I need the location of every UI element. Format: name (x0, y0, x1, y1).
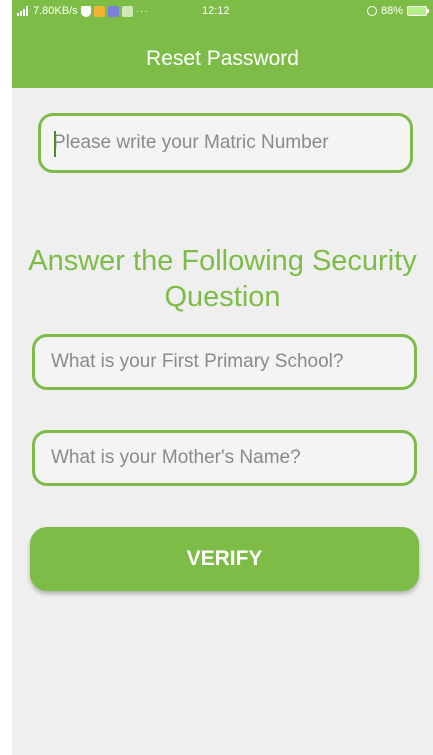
status-bar: 7.80KB/s ··· 12:12 88% (12, 0, 433, 24)
matric-number-input[interactable] (38, 113, 413, 173)
network-speed: 7.80KB/s (33, 5, 78, 17)
shield-icon (80, 5, 91, 17)
app-header: 7.80KB/s ··· 12:12 88% Reset Password (12, 0, 433, 88)
alarm-icon (366, 6, 377, 16)
mothers-name-input[interactable] (32, 430, 417, 486)
signal-icon (17, 6, 30, 16)
status-left-group: 7.80KB/s ··· (17, 5, 149, 17)
first-primary-school-input[interactable] (32, 334, 417, 390)
battery-icon (407, 6, 429, 16)
verify-button[interactable]: VERIFY (30, 527, 419, 591)
gallery-icon (121, 5, 133, 17)
battery-percentage: 88% (380, 5, 403, 17)
app-notification-icon (93, 5, 105, 17)
text-cursor (54, 131, 56, 157)
app-notification-icon (107, 5, 119, 17)
more-notifications-icon: ··· (135, 5, 149, 17)
status-time: 12:12 (202, 5, 230, 17)
security-question-heading: Answer the Following Security Question (28, 245, 417, 313)
status-right-group: 88% (366, 5, 429, 17)
reset-password-screen: 7.80KB/s ··· 12:12 88% Reset Password An… (12, 0, 433, 755)
page-title: Reset Password (146, 47, 299, 70)
